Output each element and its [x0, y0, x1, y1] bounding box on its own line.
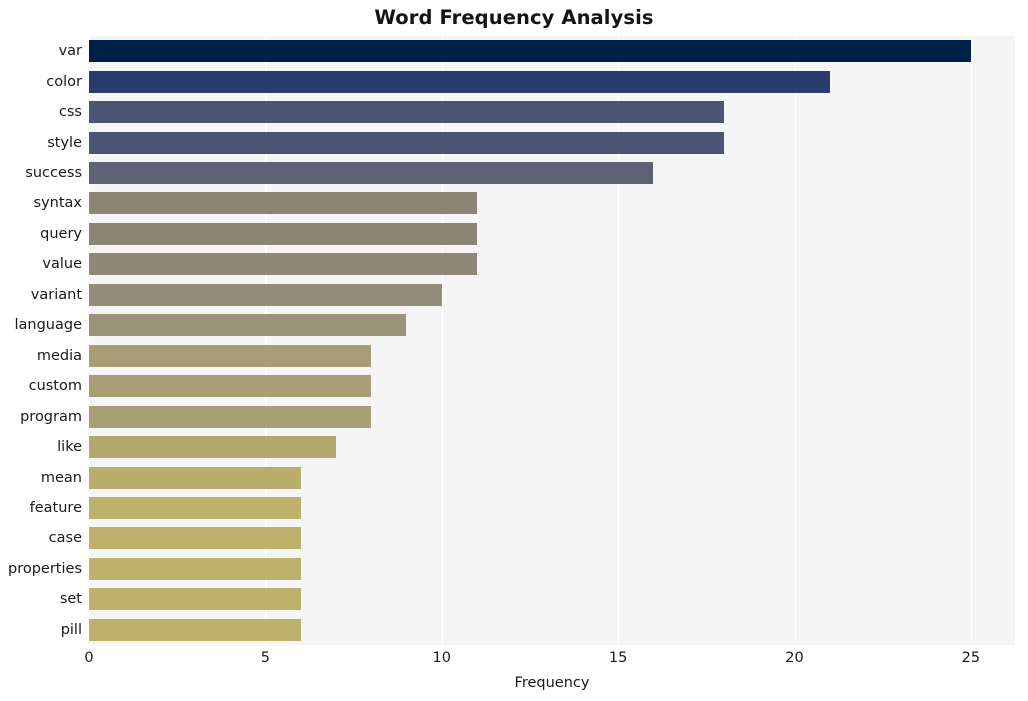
y-tick-label-style: style — [47, 134, 82, 151]
x-tick-label-0: 0 — [84, 650, 94, 666]
bar-style — [89, 131, 724, 154]
y-tick-label-variant: variant — [30, 286, 82, 303]
plot-area — [89, 36, 1015, 645]
bar-program — [89, 405, 372, 428]
y-tick-label-feature: feature — [29, 499, 82, 516]
y-tick-label-var: var — [58, 43, 82, 60]
bar-color — [89, 70, 830, 93]
bar-value — [89, 253, 478, 276]
bar-custom — [89, 375, 372, 398]
bar-language — [89, 314, 407, 337]
bar-mean — [89, 466, 301, 489]
bar-like — [89, 436, 336, 459]
y-axis-tick-labels: var color css style success syntax query value v… — [0, 36, 82, 645]
y-tick-label-success: success — [25, 165, 82, 182]
y-tick-label-properties: properties — [8, 560, 82, 577]
bar-feature — [89, 496, 301, 519]
y-tick-label-program: program — [20, 408, 82, 425]
y-tick-label-css: css — [58, 104, 82, 121]
bar-variant — [89, 283, 442, 306]
bar-query — [89, 222, 478, 245]
y-tick-label-pill: pill — [60, 621, 82, 638]
x-tick-label-20: 20 — [785, 650, 804, 666]
bar-var — [89, 40, 971, 63]
x-axis-tick-labels: 0 5 10 15 20 25 — [84, 650, 1015, 672]
y-tick-label-syntax: syntax — [33, 195, 82, 212]
bar-pill — [89, 618, 301, 641]
x-tick-label-25: 25 — [961, 650, 981, 666]
y-tick-label-color: color — [46, 73, 82, 90]
y-tick-label-custom: custom — [28, 378, 82, 395]
x-tick-label-10: 10 — [432, 650, 451, 666]
bar-syntax — [89, 192, 478, 215]
chart-title: Word Frequency Analysis — [374, 6, 654, 29]
x-tick-label-5: 5 — [260, 650, 270, 666]
y-tick-label-mean: mean — [40, 469, 82, 486]
y-tick-label-media: media — [36, 347, 82, 364]
y-tick-label-case: case — [48, 530, 82, 547]
y-tick-label-language: language — [14, 317, 82, 334]
bar-properties — [89, 557, 301, 580]
bar-media — [89, 344, 372, 367]
x-tick-label-15: 15 — [608, 650, 628, 666]
y-tick-label-query: query — [40, 225, 82, 242]
x-axis-label: Frequency — [514, 675, 590, 691]
bar-success — [89, 162, 654, 185]
bar-case — [89, 527, 301, 550]
bar-set — [89, 588, 301, 611]
bar-css — [89, 101, 724, 124]
bar-series — [89, 36, 1015, 645]
y-tick-label-set: set — [59, 591, 82, 608]
y-tick-label-value: value — [42, 256, 82, 273]
y-tick-label-like: like — [57, 439, 82, 456]
chart-figure: Word Frequency Analysis var color css style… — [0, 0, 1028, 701]
